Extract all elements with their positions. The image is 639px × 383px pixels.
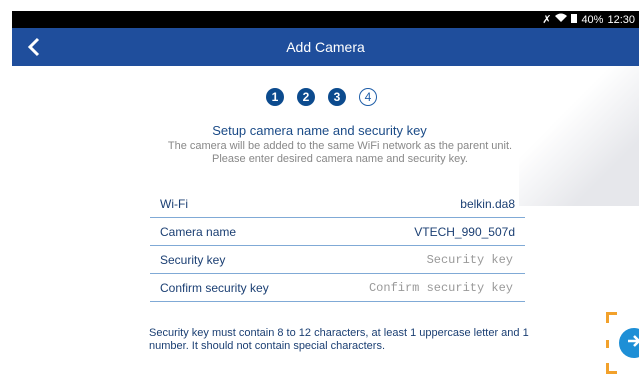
next-arrow-icon (626, 333, 639, 354)
step-3: 3 (328, 88, 346, 106)
wifi-row: Wi-Fi belkin.da8 (150, 190, 525, 218)
instruction-line-2: Please enter desired camera name and sec… (212, 153, 468, 165)
camera-name-field[interactable]: VTECH_990_507d (414, 225, 515, 239)
security-key-input[interactable] (341, 251, 515, 268)
focus-bracket-top (606, 312, 617, 323)
camera-form: Wi-Fi belkin.da8 Camera name VTECH_990_5… (150, 190, 525, 302)
security-key-row: Security key (150, 246, 525, 274)
confirm-key-input[interactable] (341, 279, 515, 296)
camera-name-label: Camera name (160, 224, 237, 239)
focus-bracket-mid (606, 340, 609, 348)
page-title: Add Camera (286, 39, 365, 55)
app-bar: Add Camera (12, 28, 639, 66)
battery-icon (571, 13, 578, 26)
next-button[interactable] (619, 328, 639, 358)
confirm-key-row: Confirm security key (150, 274, 525, 302)
wifi-value: belkin.da8 (460, 196, 515, 211)
step-indicator: 1 2 3 4 (266, 88, 377, 106)
step-4: 4 (359, 88, 377, 106)
section-heading: Setup camera name and security key (212, 123, 427, 138)
instructions: The camera will be added to the same WiF… (155, 140, 525, 166)
step-2: 2 (297, 88, 315, 106)
wifi-label: Wi-Fi (160, 196, 188, 211)
status-bar: ✗ 40% 12:30 (12, 11, 639, 28)
step-1: 1 (266, 88, 284, 106)
status-icons: ✗ 40% 12:30 (542, 13, 635, 26)
next-button-highlight (606, 312, 639, 374)
security-key-requirements: Security key must contain 8 to 12 charac… (149, 327, 529, 352)
focus-bracket-bottom (606, 363, 617, 374)
security-key-label: Security key (160, 252, 226, 267)
instruction-line-1: The camera will be added to the same WiF… (167, 140, 513, 152)
camera-name-row[interactable]: Camera name VTECH_990_507d (150, 218, 525, 246)
clock: 12:30 (607, 13, 635, 26)
confirm-key-label: Confirm security key (160, 280, 269, 295)
mute-icon: ✗ (542, 14, 552, 26)
battery-percent: 40% (581, 13, 604, 26)
screen: ✗ 40% 12:30 Add Camera 1 2 3 4 Setup cam… (0, 0, 639, 383)
wifi-icon (555, 13, 568, 26)
